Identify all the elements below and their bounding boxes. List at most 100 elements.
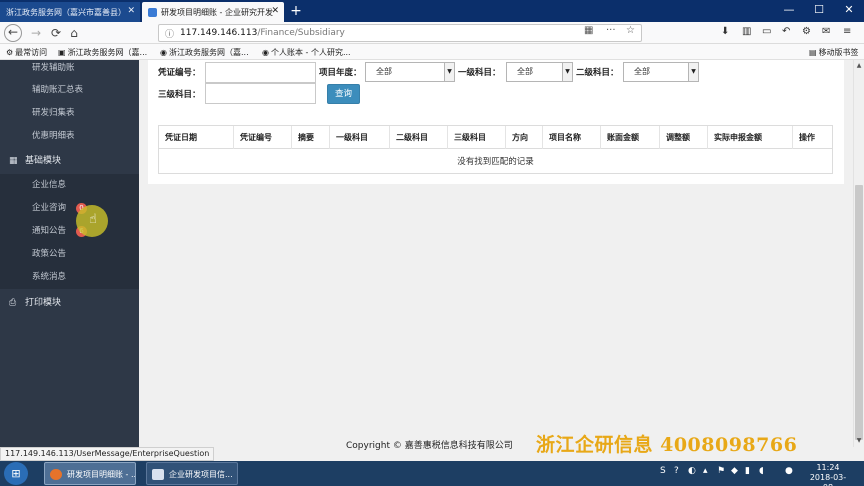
close-window-icon[interactable]: ✕ [834, 0, 864, 22]
grid-icon: ▦ [9, 156, 18, 166]
column-header[interactable]: 凭证日期 [159, 126, 234, 149]
column-header[interactable]: 方向 [506, 126, 543, 149]
taskbar-document-window[interactable]: 企业研发项目信... [146, 462, 238, 485]
sidebar-item-company-info[interactable]: 企业信息 [0, 174, 139, 197]
back-arrow-icon[interactable]: ← [4, 24, 22, 42]
home-icon[interactable]: ⌂ [66, 25, 82, 41]
close-tab-icon[interactable]: ✕ [127, 6, 135, 16]
column-header[interactable]: 一级科目 [330, 126, 390, 149]
scroll-up-arrow-icon[interactable]: ▲ [854, 60, 864, 72]
browser-tab-gov-service[interactable]: 浙江政务服务网（嘉兴市嘉善县） ✕ [0, 2, 140, 22]
chat-icon[interactable]: ✉ [822, 26, 830, 37]
browser-tab-subsidiary[interactable]: 研发项目明细账 - 企业研究开发 ✕ [142, 2, 284, 22]
taskbar-firefox-window[interactable]: 研发项目明细账 - ... [44, 462, 136, 485]
query-panel: 凭证编号： 项目年度： 全部 ▼ 一级科目： 全部 ▼ 二级科目： 全部 ▼ 三… [148, 60, 844, 184]
clock-date: 2018-03-08 [809, 473, 847, 486]
folder-icon: ▤ [809, 48, 817, 57]
column-header[interactable]: 二级科目 [390, 126, 448, 149]
chevron-down-icon: ▼ [688, 63, 698, 81]
level1-subject-select[interactable]: 全部 ▼ [506, 62, 573, 82]
bookmark-star-icon[interactable]: ☆ [626, 25, 635, 36]
column-header[interactable]: 项目名称 [543, 126, 601, 149]
table-header-row: 凭证日期 凭证编号 摘要 一级科目 二级科目 三级科目 方向 项目名称 账面金额… [159, 126, 832, 149]
level3-subject-label: 三级科目： [158, 90, 201, 100]
chevron-up-icon[interactable]: ▴ [703, 466, 708, 476]
clock-time: 11:24 [816, 463, 840, 472]
bookmark-gov-service-2[interactable]: ◉ 浙江政务服务网（嘉... [160, 47, 249, 58]
sidebar-toggle-icon[interactable]: ▭ [762, 26, 771, 37]
forward-arrow-icon[interactable]: → [28, 25, 44, 41]
menu-icon[interactable]: ≡ [843, 26, 851, 37]
level2-subject-label: 二级科目： [576, 68, 619, 78]
page-scrollbar[interactable]: ▲ ▼ [853, 60, 864, 447]
column-header[interactable]: 凭证编号 [234, 126, 292, 149]
tab-label: 浙江政务服务网（嘉兴市嘉善县） [6, 7, 126, 17]
column-header[interactable]: 摘要 [292, 126, 330, 149]
sidebar-item-system-msg[interactable]: 系统消息 [0, 266, 139, 289]
footer-copyright: Copyright © 嘉善惠税信息科技有限公司 [346, 441, 513, 451]
network-icon[interactable]: ▮ [745, 466, 750, 476]
system-clock[interactable]: 11:24 2018-03-08 [806, 463, 850, 486]
qr-code-icon[interactable]: ▦ [584, 25, 593, 36]
tray-app-icon[interactable]: S [660, 466, 666, 476]
page-actions-icon[interactable]: ··· [606, 25, 616, 36]
maximize-window-icon[interactable]: ☐ [804, 0, 834, 22]
new-tab-icon[interactable]: + [288, 3, 304, 19]
level1-subject-label: 一级科目： [458, 68, 501, 78]
voucher-no-input[interactable] [205, 62, 316, 83]
bookmark-mobile[interactable]: ▤ 移动版书签 [809, 47, 859, 58]
hand-cursor-icon: ☝ [89, 212, 97, 227]
firefox-icon [50, 469, 62, 480]
column-header[interactable]: 账面金额 [601, 126, 660, 149]
chevron-down-icon: ▼ [444, 63, 454, 81]
tools-icon[interactable]: ⚙ [802, 26, 811, 37]
project-year-select[interactable]: 全部 ▼ [365, 62, 455, 82]
sidebar-item-company-consult[interactable]: 企业咨询 0 [0, 197, 139, 220]
sidebar-item-notices[interactable]: 通知公告 6 [0, 220, 139, 243]
main-content: 凭证编号： 项目年度： 全部 ▼ 一级科目： 全部 ▼ 二级科目： 全部 ▼ 三… [139, 60, 853, 451]
flag-icon[interactable]: ⚑ [717, 466, 725, 476]
site-info-icon[interactable]: ⓘ [165, 27, 174, 40]
sidebar-item-benefit-detail[interactable]: 优惠明细表 [0, 125, 139, 148]
globe-icon: ◉ [262, 48, 269, 57]
sidebar: 研发辅助账 辅助账汇总表 研发归集表 优惠明细表 ▦ 基础模块 企业信息 企业咨… [0, 60, 139, 447]
status-link-preview: 117.149.146.113/UserMessage/EnterpriseQu… [0, 447, 215, 461]
reload-icon[interactable]: ⟳ [48, 25, 64, 41]
address-bar[interactable]: ⓘ 117.149.146.113 /Finance/Subsidiary [158, 24, 642, 42]
url-path: /Finance/Subsidiary [257, 28, 345, 38]
minimize-window-icon[interactable]: — [774, 0, 804, 22]
column-header[interactable]: 操作 [793, 126, 832, 149]
tray-green-app-icon[interactable]: ● [785, 466, 793, 476]
scrollbar-thumb[interactable] [855, 185, 863, 440]
column-header[interactable]: 三级科目 [448, 126, 506, 149]
volume-icon[interactable]: ◖ [759, 466, 764, 476]
scroll-down-arrow-icon[interactable]: ▼ [854, 435, 864, 447]
bookmark-personal[interactable]: ◉ 个人账本 - 个人研究... [262, 47, 351, 58]
help-icon[interactable]: ? [674, 466, 679, 476]
globe-icon: ◉ [160, 48, 167, 57]
windows-start-icon[interactable]: ⊞ [4, 462, 28, 485]
tray-ime-icon[interactable]: ◐ [688, 466, 696, 476]
gear-icon: ⚙ [6, 48, 14, 57]
sidebar-item-aux-summary[interactable]: 辅助账汇总表 [0, 79, 139, 102]
sidebar-item-rd-collection[interactable]: 研发归集表 [0, 102, 139, 125]
column-header[interactable]: 实际申报金额 [708, 126, 793, 149]
voucher-no-label: 凭证编号： [158, 68, 201, 78]
level2-subject-select[interactable]: 全部 ▼ [623, 62, 699, 82]
sidebar-section-print[interactable]: ⎙ 打印模块 [0, 290, 139, 316]
chevron-down-icon: ▼ [562, 63, 572, 81]
query-button[interactable]: 查询 [327, 84, 360, 104]
column-header[interactable]: 调整额 [660, 126, 708, 149]
download-icon[interactable]: ⬇ [721, 26, 729, 37]
watermark-text: 浙江企研信息 4008098766 [536, 434, 798, 456]
sidebar-item-policy[interactable]: 政策公告 [0, 243, 139, 266]
undo-icon[interactable]: ↶ [782, 26, 790, 37]
tab-label: 研发项目明细账 - 企业研究开发 [161, 7, 273, 17]
library-icon[interactable]: ▥ [742, 26, 751, 37]
sidebar-item-rd-aux-ledger[interactable]: 研发辅助账 [0, 57, 139, 80]
url-host: 117.149.146.113 [180, 28, 258, 38]
close-tab-icon[interactable]: ✕ [271, 6, 279, 16]
level3-subject-input[interactable] [205, 83, 316, 104]
sidebar-section-basic[interactable]: ▦ 基础模块 [0, 148, 139, 174]
tray-security-icon[interactable]: ◆ [731, 466, 738, 476]
